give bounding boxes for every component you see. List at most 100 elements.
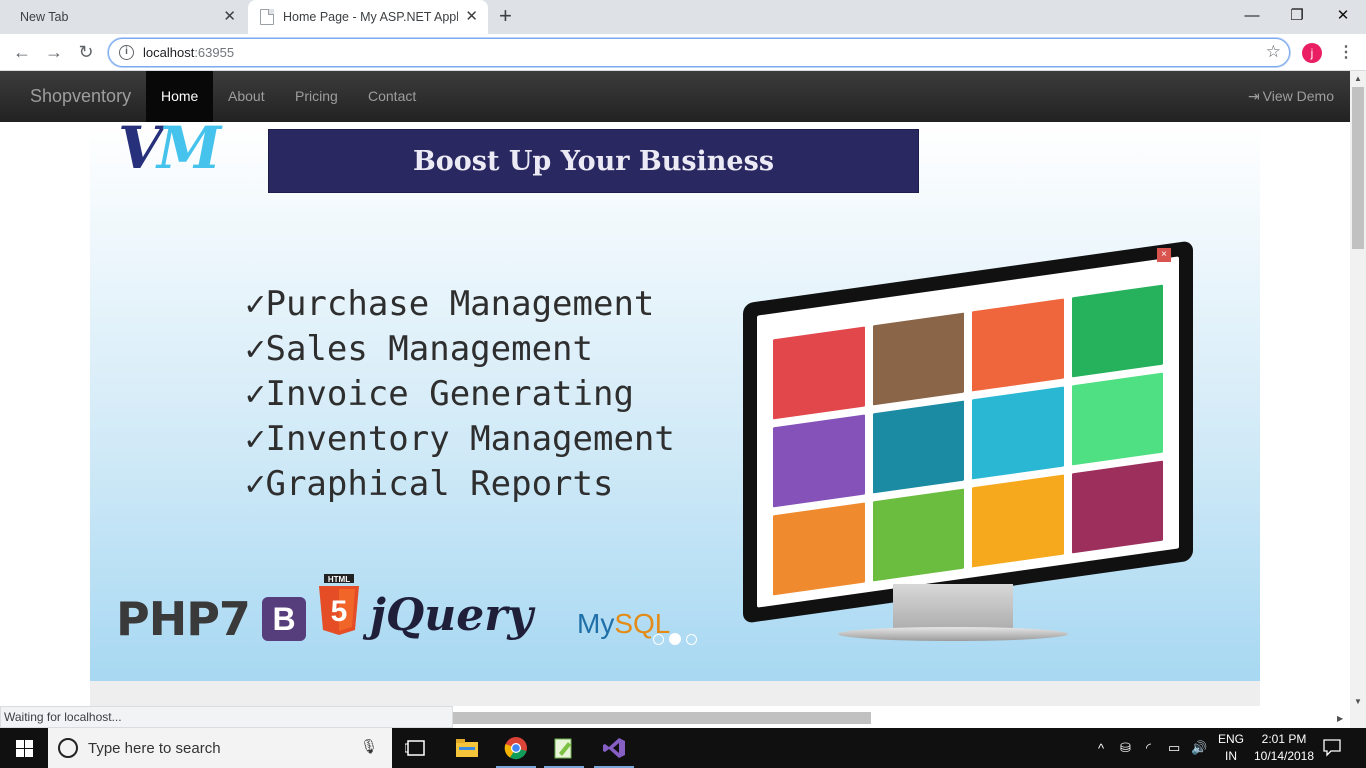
svg-text:HTML: HTML — [328, 575, 350, 584]
taskbar-search[interactable]: Type here to search 🎙 — [48, 728, 392, 768]
app-tile — [872, 312, 964, 406]
volume-icon[interactable]: 🔊 — [1191, 728, 1207, 768]
status-bubble: Waiting for localhost... — [0, 706, 453, 728]
app-tile — [972, 386, 1064, 480]
app-tile — [773, 414, 865, 508]
reload-button[interactable]: ↻ — [74, 40, 98, 64]
app-tile — [972, 298, 1064, 392]
nav-contact[interactable]: Contact — [353, 71, 431, 122]
windows-logo-icon — [15, 739, 33, 757]
vertical-scrollbar[interactable]: ▲ ▼ — [1350, 71, 1366, 728]
carousel-indicator[interactable] — [653, 633, 664, 645]
minimize-button[interactable]: — — [1229, 0, 1275, 30]
feature-item: ✓Invoice Generating — [245, 374, 634, 414]
microphone-icon[interactable]: 🎙 — [360, 738, 378, 755]
tab-title: New Tab — [20, 10, 69, 24]
notepad-plus-icon[interactable] — [540, 728, 588, 768]
search-placeholder: Type here to search — [88, 739, 221, 757]
show-hidden-icons[interactable]: ^ — [1098, 728, 1104, 768]
page-content: VM Boost Up Your Business ✓Purchase Mana… — [0, 122, 1350, 706]
cortana-icon — [58, 738, 78, 758]
notifications-icon[interactable] — [1322, 737, 1344, 757]
nav-about[interactable]: About — [213, 71, 280, 122]
carousel-indicator[interactable] — [686, 633, 697, 645]
nav-home[interactable]: Home — [146, 71, 214, 122]
tab-new-tab[interactable]: New Tab ✕ — [0, 0, 246, 34]
tab-home-page[interactable]: Home Page - My ASP.NET Applic ✕ — [248, 0, 488, 34]
close-window-button[interactable]: ✕ — [1320, 0, 1366, 30]
horizontal-scrollbar-thumb[interactable] — [453, 712, 871, 724]
clock-date: 10/14/2018 — [1253, 749, 1315, 763]
close-icon: × — [1157, 248, 1171, 262]
scrollbar-thumb[interactable] — [1352, 87, 1364, 249]
scroll-down-icon[interactable]: ▼ — [1354, 697, 1362, 706]
site-info-icon[interactable]: i — [119, 45, 134, 60]
feature-item: ✓Purchase Management — [245, 284, 655, 324]
new-tab-button[interactable]: + — [499, 5, 512, 27]
page-favicon-icon — [260, 9, 274, 25]
restore-button[interactable]: ❐ — [1274, 0, 1320, 30]
php7-logo: PHP7 — [116, 592, 251, 646]
url-text[interactable]: localhost:63955 — [143, 45, 234, 60]
clock-time: 2:01 PM — [1261, 732, 1307, 746]
battery-icon[interactable]: ▭ — [1168, 728, 1180, 768]
bootstrap-logo: B — [262, 597, 306, 641]
monitor-illustration: × — [723, 192, 1223, 642]
task-view-icon[interactable] — [392, 728, 440, 768]
address-bar[interactable]: i localhost:63955 ☆ — [108, 38, 1290, 67]
close-tab-icon[interactable]: ✕ — [223, 9, 236, 24]
app-tile — [972, 474, 1064, 568]
scroll-up-icon[interactable]: ▲ — [1354, 74, 1362, 83]
site-brand[interactable]: Shopventory — [30, 86, 131, 107]
app-tile — [773, 326, 865, 420]
scroll-right-icon[interactable]: ▶ — [1337, 714, 1343, 723]
feature-item: ✓Graphical Reports — [245, 464, 614, 504]
bookmark-star-icon[interactable]: ☆ — [1266, 42, 1281, 62]
html5-logo: HTML 5 — [316, 574, 362, 636]
content-section — [90, 681, 1260, 706]
app-tile — [872, 400, 964, 494]
svg-text:5: 5 — [331, 595, 348, 628]
view-demo-link[interactable]: ⇥ View Demo — [1248, 71, 1334, 122]
feature-list: ✓Purchase Management ✓Sales Management ✓… — [245, 282, 675, 507]
forward-button[interactable]: → — [42, 40, 66, 64]
monitor-screen — [743, 240, 1193, 624]
profile-avatar[interactable]: j — [1302, 43, 1322, 63]
carousel-indicators — [653, 633, 697, 645]
feature-item: ✓Sales Management — [245, 329, 593, 369]
tab-title: Home Page - My ASP.NET Applic — [283, 10, 458, 24]
view-demo-label: View Demo — [1262, 88, 1334, 104]
start-button[interactable] — [0, 728, 48, 768]
wifi-icon[interactable]: ◜ — [1146, 728, 1151, 768]
app-tile — [872, 488, 964, 582]
tab-strip: New Tab ✕ Home Page - My ASP.NET Applic … — [0, 0, 1366, 34]
system-clock[interactable]: 2:01 PM 10/14/2018 — [1250, 731, 1318, 765]
back-button[interactable]: ← — [10, 40, 34, 64]
sign-in-icon: ⇥ — [1247, 88, 1260, 104]
app-tile-grid — [757, 256, 1179, 608]
close-tab-icon[interactable]: ✕ — [465, 9, 478, 24]
vm-logo: VM — [118, 122, 221, 182]
monitor-base — [838, 627, 1068, 641]
carousel-indicator[interactable] — [669, 633, 681, 645]
nav-pricing[interactable]: Pricing — [280, 71, 353, 122]
browser-menu-icon[interactable]: ⋮ — [1338, 42, 1354, 62]
browser-toolbar: ← → ↻ i localhost:63955 ☆ j ⋮ — [0, 34, 1366, 71]
app-tile — [773, 502, 865, 596]
url-host: localhost — [143, 45, 195, 60]
site-navbar: Shopventory Home About Pricing Contact ⇥… — [0, 71, 1350, 122]
visual-studio-icon[interactable] — [590, 728, 638, 768]
banner-headline: Boost Up Your Business — [268, 129, 919, 193]
carousel-banner: VM Boost Up Your Business ✓Purchase Mana… — [90, 122, 1260, 681]
network-drive-icon[interactable]: ⛁ — [1120, 728, 1131, 768]
language-indicator[interactable]: ENG IN — [1216, 731, 1246, 765]
jquery-logo: jQuery — [370, 590, 533, 641]
feature-item: ✓Inventory Management — [245, 419, 675, 459]
file-explorer-icon[interactable] — [443, 728, 491, 768]
windows-taskbar: Type here to search 🎙 ^ ⛁ ◜ ▭ 🔊 ENG IN 2… — [0, 728, 1366, 768]
chrome-icon[interactable] — [492, 728, 540, 768]
url-port: :63955 — [194, 45, 235, 60]
app-tile — [1071, 460, 1163, 554]
app-tile — [1071, 372, 1163, 466]
app-tile — [1071, 284, 1163, 378]
